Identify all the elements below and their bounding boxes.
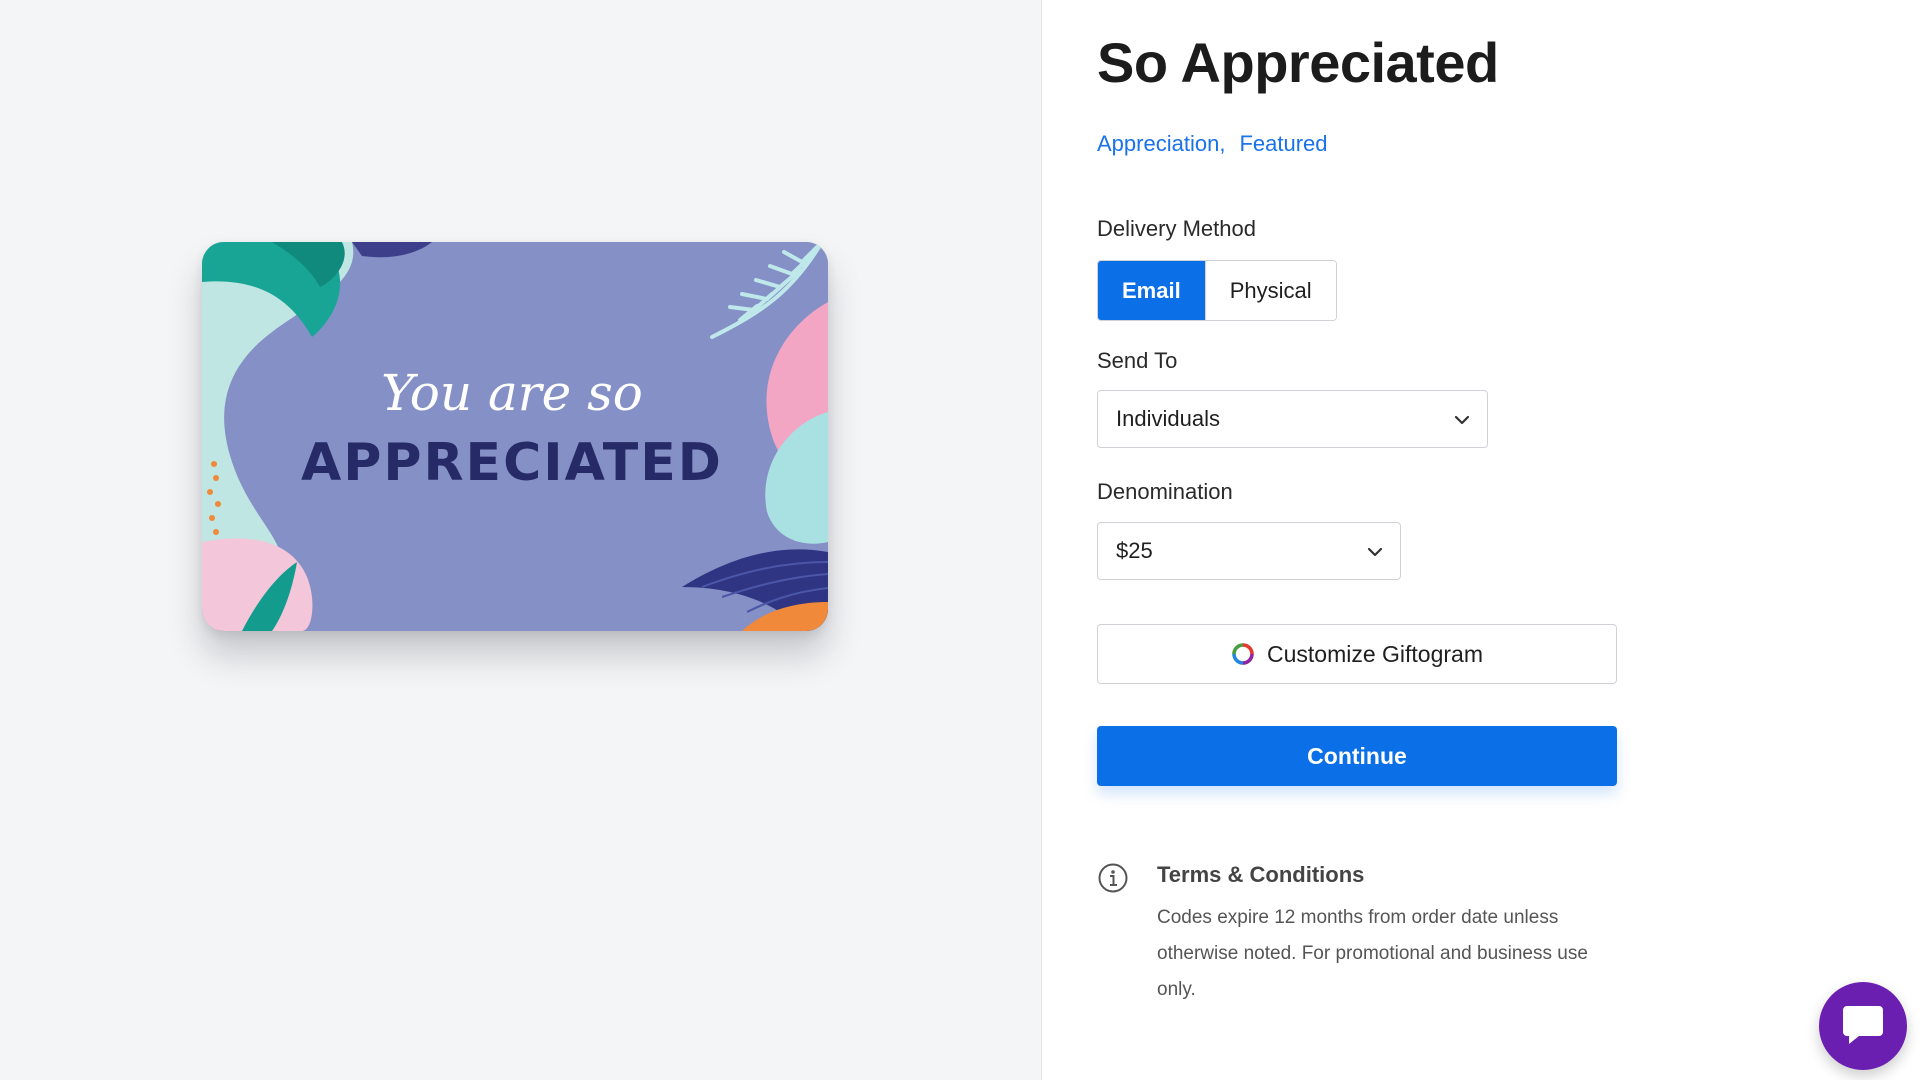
category-link-appreciation[interactable]: Appreciation: [1097, 131, 1219, 156]
chat-bubble-icon: [1843, 1006, 1883, 1044]
denomination-label: Denomination: [1097, 479, 1233, 504]
denomination-value: $25: [1116, 538, 1153, 563]
card-script-text: You are so: [381, 364, 643, 422]
delivery-physical-button[interactable]: Physical: [1204, 261, 1336, 320]
chevron-down-icon: [1454, 415, 1470, 425]
card-headline-text: APPRECIATED: [301, 433, 723, 493]
send-to-select[interactable]: Individuals: [1097, 390, 1488, 448]
send-to-label: Send To: [1097, 348, 1178, 373]
page-title: So Appreciated: [1097, 31, 1499, 94]
denomination-select[interactable]: $25: [1097, 522, 1401, 580]
terms-title: Terms & Conditions: [1157, 862, 1365, 887]
category-links: Appreciation, Featured: [1097, 131, 1328, 157]
category-separator: ,: [1219, 131, 1226, 156]
chevron-down-icon: [1367, 547, 1383, 557]
send-to-value: Individuals: [1116, 406, 1220, 431]
terms-body: Codes expire 12 months from order date u…: [1157, 907, 1588, 1000]
info-icon: [1098, 863, 1128, 893]
preview-panel: You are so APPRECIATED: [0, 0, 1042, 1080]
customize-label: Customize Giftogram: [1266, 640, 1483, 667]
delivery-email-button[interactable]: Email: [1098, 261, 1205, 320]
delivery-method-toggle: Email Physical: [1097, 260, 1337, 321]
delivery-method-label: Delivery Method: [1097, 216, 1256, 241]
continue-button[interactable]: Continue: [1097, 726, 1617, 786]
customize-giftogram-button[interactable]: Customize Giftogram: [1097, 624, 1617, 684]
purchase-panel: So Appreciated Appreciation, Featured Del…: [1097, 0, 1920, 1080]
category-link-featured[interactable]: Featured: [1239, 131, 1327, 156]
gift-card-art: You are so APPRECIATED: [202, 242, 828, 631]
color-ring-icon: [1232, 643, 1254, 665]
gift-card-preview: You are so APPRECIATED: [202, 242, 828, 631]
chat-launcher-button[interactable]: [1819, 982, 1907, 1070]
